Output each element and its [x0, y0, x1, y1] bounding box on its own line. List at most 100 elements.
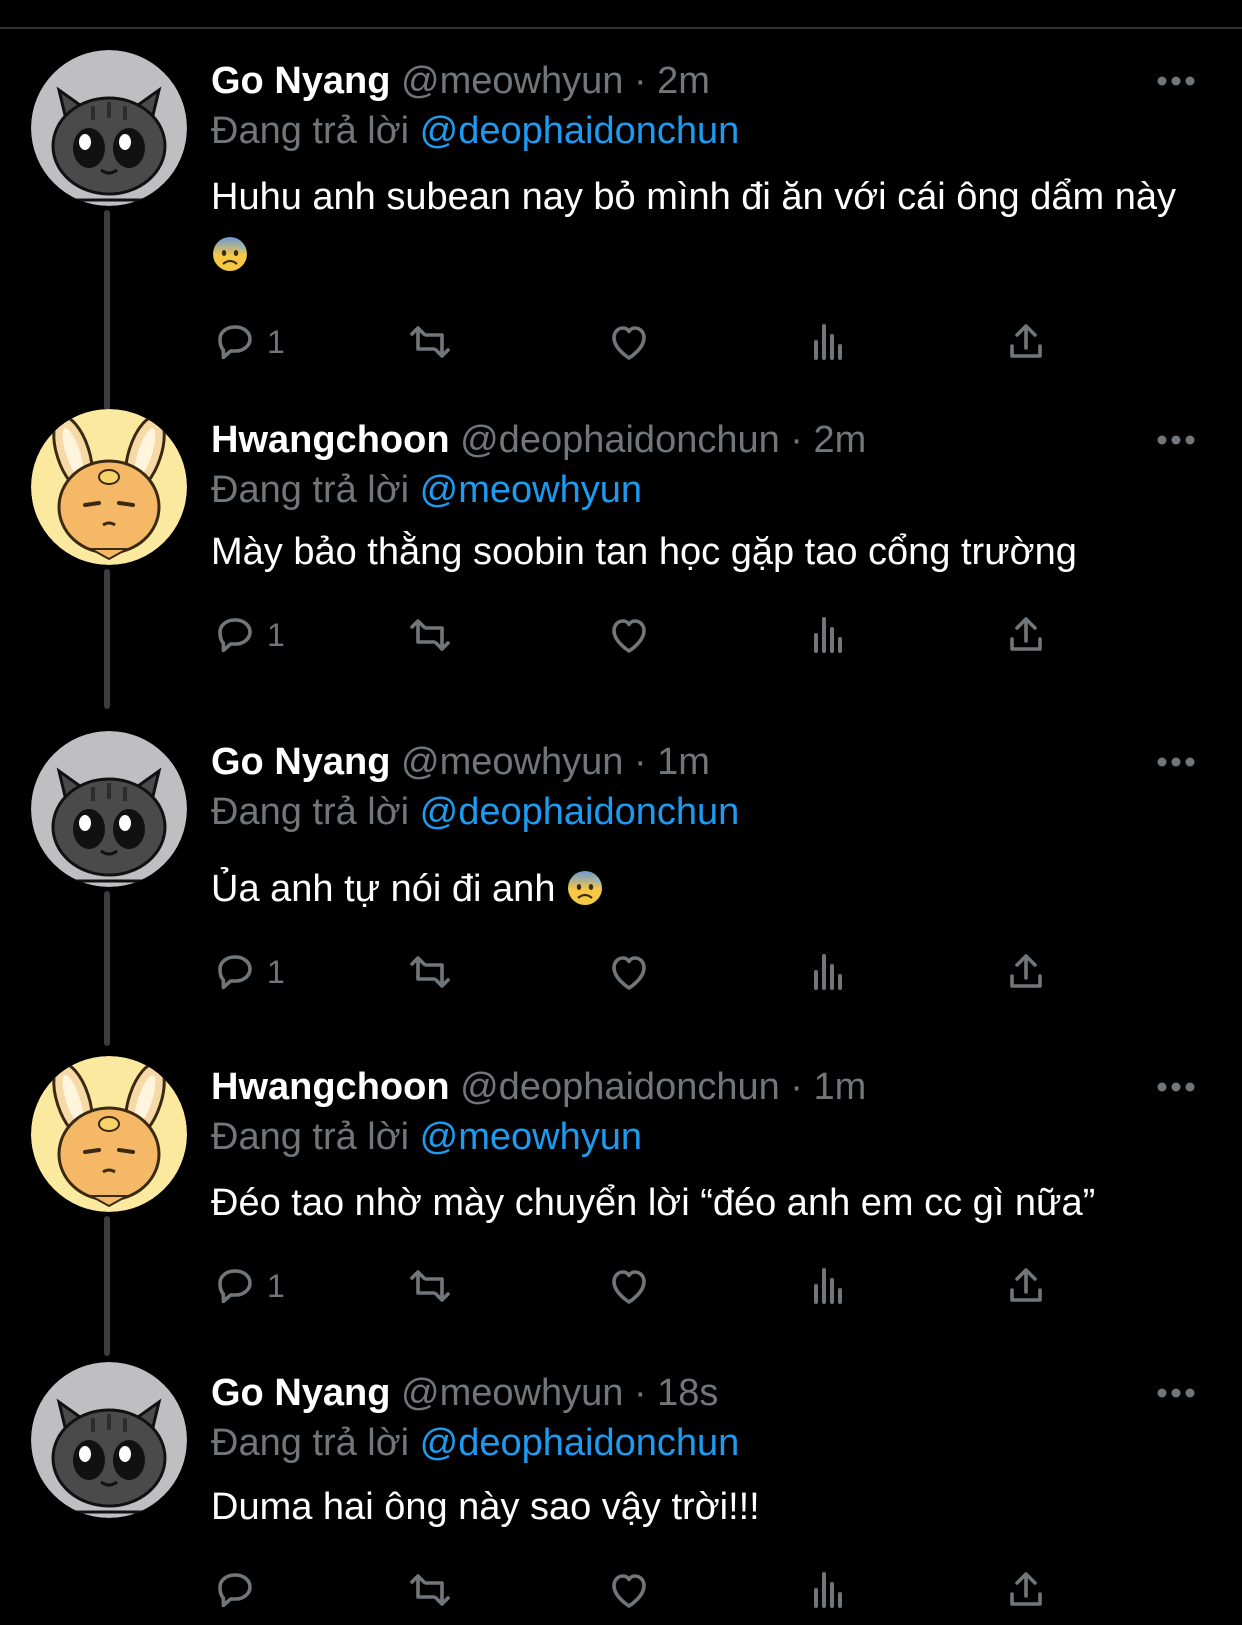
- timestamp[interactable]: 2m: [814, 419, 867, 461]
- anxious-face-with-sweat-icon: [213, 237, 247, 271]
- tweet-text: Mày bảo thằng soobin tan học gặp tao cổn…: [211, 523, 1191, 581]
- avatar[interactable]: [31, 50, 187, 206]
- share-button[interactable]: [1002, 1256, 1050, 1316]
- replying-to: Đang trả lời @deophaidonchun: [211, 1418, 739, 1468]
- retweet-icon: [410, 1270, 450, 1302]
- more-options-button[interactable]: [1154, 1062, 1198, 1112]
- separator-dot: ·: [790, 1066, 803, 1108]
- share-icon: [1010, 1268, 1042, 1302]
- replying-to-label: Đang trả lời: [211, 1422, 410, 1464]
- retweet-button[interactable]: [406, 605, 454, 665]
- reply-mention-link[interactable]: @meowhyun: [420, 469, 642, 511]
- reply-button[interactable]: 1: [211, 312, 285, 372]
- display-name[interactable]: Go Nyang: [211, 741, 390, 783]
- more-icon: [1157, 1388, 1195, 1398]
- thread-connector: [104, 569, 110, 709]
- user-handle[interactable]: @meowhyun: [401, 1372, 623, 1414]
- reply-button[interactable]: 1: [211, 942, 285, 1002]
- avatar[interactable]: [31, 1362, 187, 1518]
- views-button[interactable]: [804, 1256, 852, 1316]
- retweet-icon: [410, 1574, 450, 1606]
- avatar[interactable]: [31, 731, 187, 887]
- thread-connector: [104, 891, 110, 1046]
- separator-dot: ·: [790, 419, 803, 461]
- reply-button[interactable]: 1: [211, 605, 285, 665]
- like-button[interactable]: [605, 605, 653, 665]
- retweet-button[interactable]: [406, 942, 454, 1002]
- analytics-icon: [814, 324, 842, 360]
- views-button[interactable]: [804, 1560, 852, 1620]
- tweet-header: Go Nyang @meowhyun · 2m: [211, 56, 1182, 106]
- share-button[interactable]: [1002, 605, 1050, 665]
- views-button[interactable]: [804, 312, 852, 372]
- display-name[interactable]: Hwangchoon: [211, 419, 450, 461]
- share-icon: [1010, 324, 1042, 358]
- reply-icon: [218, 1269, 252, 1304]
- more-icon: [1157, 757, 1195, 767]
- replying-to-label: Đang trả lời: [211, 469, 410, 511]
- display-name[interactable]: Go Nyang: [211, 60, 390, 102]
- reply-mention-link[interactable]: @deophaidonchun: [420, 1422, 740, 1464]
- more-options-button[interactable]: [1154, 415, 1198, 465]
- retweet-button[interactable]: [406, 1560, 454, 1620]
- reply-mention-link[interactable]: @meowhyun: [420, 1116, 642, 1158]
- tweet-header: Hwangchoon @deophaidonchun · 2m: [211, 415, 1182, 465]
- tweet-header: Go Nyang @meowhyun · 18s: [211, 1368, 1182, 1418]
- more-icon: [1157, 1082, 1195, 1092]
- like-button[interactable]: [605, 1256, 653, 1316]
- tweet-actions: 1: [211, 1256, 1111, 1316]
- replying-to-label: Đang trả lời: [211, 1116, 410, 1158]
- reply-icon: [218, 1573, 252, 1608]
- analytics-icon: [814, 954, 842, 990]
- reply-button[interactable]: [211, 1560, 267, 1620]
- timestamp[interactable]: 18s: [657, 1372, 718, 1414]
- yellow-bunny-avatar-icon: [31, 1056, 187, 1212]
- replying-to: Đang trả lời @meowhyun: [211, 465, 642, 515]
- views-button[interactable]: [804, 942, 852, 1002]
- timestamp[interactable]: 1m: [657, 741, 710, 783]
- retweet-button[interactable]: [406, 1256, 454, 1316]
- reply-mention-link[interactable]: @deophaidonchun: [420, 110, 740, 152]
- separator-dot: ·: [633, 741, 647, 783]
- replying-to: Đang trả lời @deophaidonchun: [211, 106, 739, 156]
- reply-count: 1: [267, 323, 285, 360]
- analytics-icon: [814, 1268, 842, 1304]
- retweet-icon: [410, 956, 450, 988]
- like-button[interactable]: [605, 312, 653, 372]
- timestamp[interactable]: 1m: [814, 1066, 867, 1108]
- reply-mention-link[interactable]: @deophaidonchun: [420, 791, 740, 833]
- more-options-button[interactable]: [1154, 737, 1198, 787]
- reply-button[interactable]: 1: [211, 1256, 285, 1316]
- reply-icon: [218, 955, 252, 990]
- gray-cat-avatar-icon: [31, 731, 187, 887]
- more-options-button[interactable]: [1154, 56, 1198, 106]
- tweet-text-content: Mày bảo thằng soobin tan học gặp tao cổn…: [211, 531, 1077, 573]
- user-handle[interactable]: @meowhyun: [401, 60, 623, 102]
- tweet-header: Hwangchoon @deophaidonchun · 1m: [211, 1062, 1182, 1112]
- reply-count: 1: [267, 1267, 285, 1304]
- like-button[interactable]: [605, 942, 653, 1002]
- display-name[interactable]: Hwangchoon: [211, 1066, 450, 1108]
- share-button[interactable]: [1002, 312, 1050, 372]
- retweet-button[interactable]: [406, 312, 454, 372]
- like-button[interactable]: [605, 1560, 653, 1620]
- thread-connector: [104, 210, 110, 410]
- user-handle[interactable]: @deophaidonchun: [460, 1066, 780, 1108]
- share-button[interactable]: [1002, 942, 1050, 1002]
- avatar[interactable]: [31, 1056, 187, 1212]
- user-handle[interactable]: @meowhyun: [401, 741, 623, 783]
- more-options-button[interactable]: [1154, 1368, 1198, 1418]
- tweet-actions: [211, 1560, 1111, 1620]
- avatar[interactable]: [31, 409, 187, 565]
- yellow-bunny-avatar-icon: [31, 409, 187, 565]
- user-handle[interactable]: @deophaidonchun: [460, 419, 780, 461]
- tweet-actions: 1: [211, 312, 1111, 372]
- timestamp[interactable]: 2m: [657, 60, 710, 102]
- share-button[interactable]: [1002, 1560, 1050, 1620]
- display-name[interactable]: Go Nyang: [211, 1372, 390, 1414]
- tweet-text-content: Đéo tao nhờ mày chuyển lời “đéo anh em c…: [211, 1182, 1096, 1224]
- views-button[interactable]: [804, 605, 852, 665]
- replying-to-label: Đang trả lời: [211, 110, 410, 152]
- heart-icon: [612, 326, 646, 360]
- more-icon: [1157, 76, 1195, 86]
